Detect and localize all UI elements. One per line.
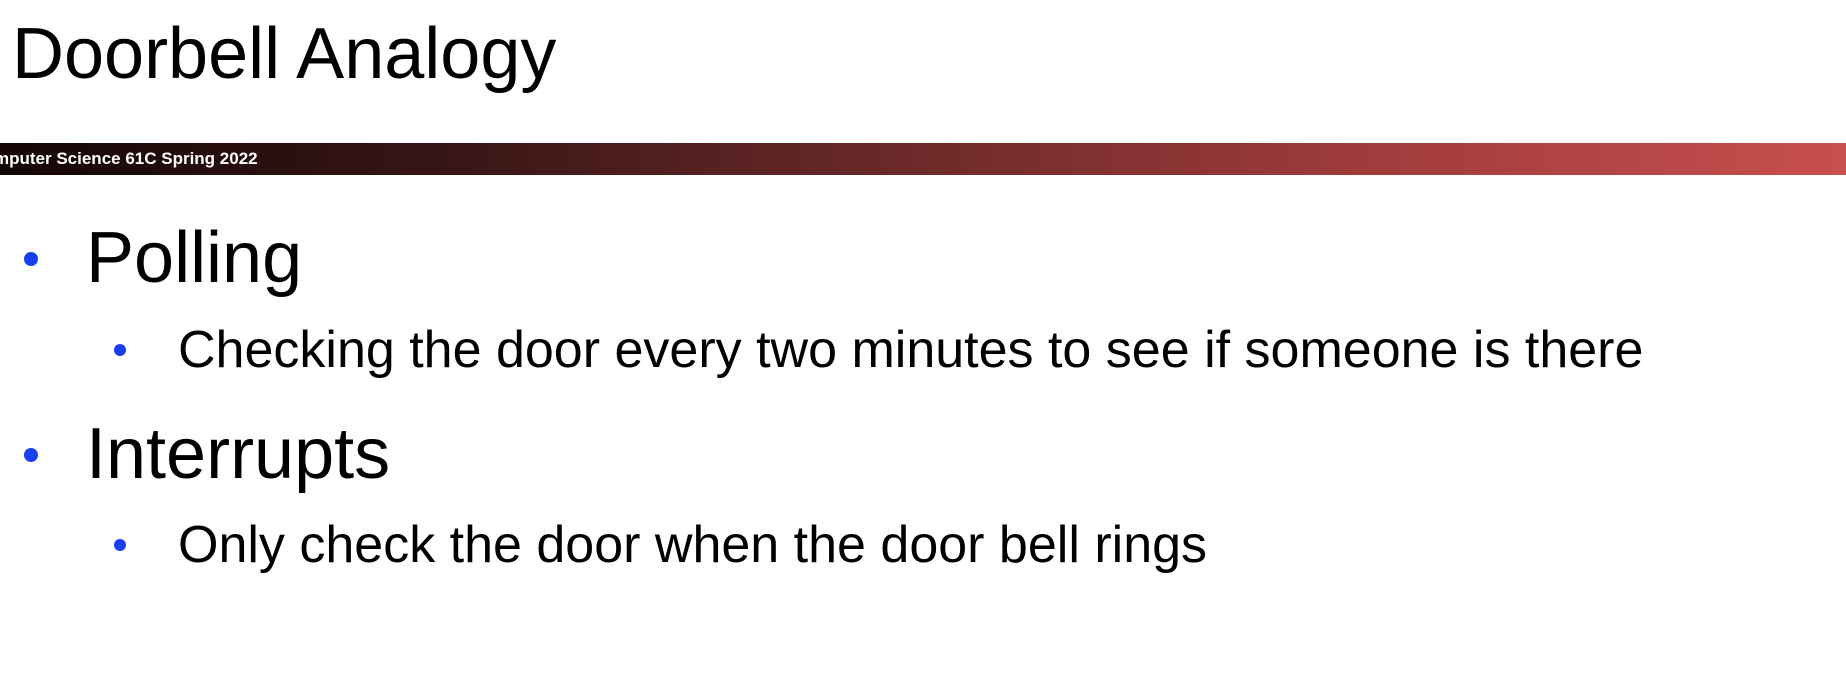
bullet-dot-icon — [114, 344, 126, 356]
sub-bullet-polling-text: Checking the door every two minutes to s… — [178, 321, 1644, 379]
sub-bullet-interrupts-text: Only check the door when the door bell r… — [178, 516, 1208, 574]
bullet-dot-icon — [24, 252, 38, 266]
bullet-polling: Polling — [24, 218, 303, 298]
bullet-dot-icon — [24, 448, 38, 462]
bullet-interrupts-text: Interrupts — [86, 414, 391, 494]
bullet-list: Polling Checking the door every two minu… — [0, 0, 1846, 692]
sub-bullet-interrupts: Only check the door when the door bell r… — [114, 515, 1208, 575]
bullet-polling-text: Polling — [86, 218, 303, 298]
bullet-dot-icon — [114, 539, 126, 551]
sub-bullet-polling: Checking the door every two minutes to s… — [114, 320, 1644, 380]
bullet-interrupts: Interrupts — [24, 414, 391, 494]
